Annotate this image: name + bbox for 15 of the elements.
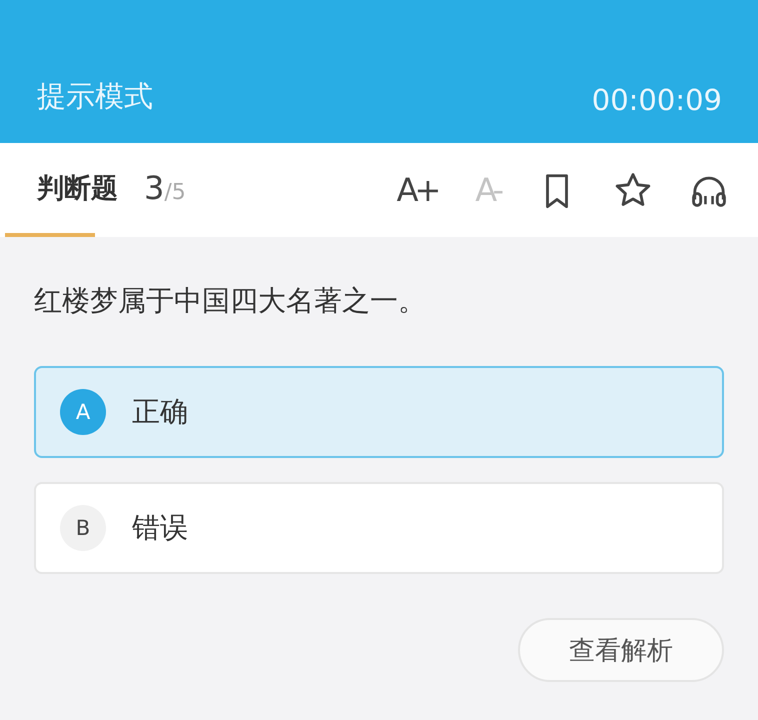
question-counter: 3/5 bbox=[144, 169, 186, 207]
option-text: 错误 bbox=[132, 510, 188, 546]
mode-title: 提示模式 bbox=[37, 78, 153, 115]
option-text: 正确 bbox=[132, 394, 188, 430]
font-size-button[interactable]: A+ bbox=[396, 171, 438, 209]
option-letter: B bbox=[60, 505, 106, 551]
view-analysis-button[interactable]: 查看解析 bbox=[518, 618, 724, 682]
star-icon[interactable] bbox=[614, 171, 652, 209]
answer-option[interactable]: B 错误 bbox=[34, 482, 724, 574]
question-type-tab[interactable]: 判断题 3/5 bbox=[5, 143, 217, 237]
question-text: 红楼梦属于中国四大名著之一。 bbox=[34, 283, 427, 319]
option-letter: A bbox=[60, 389, 106, 435]
question-type: 判断题 bbox=[37, 172, 118, 206]
timer: 00:00:09 bbox=[592, 83, 722, 117]
answer-option[interactable]: A 正确 bbox=[34, 366, 724, 458]
